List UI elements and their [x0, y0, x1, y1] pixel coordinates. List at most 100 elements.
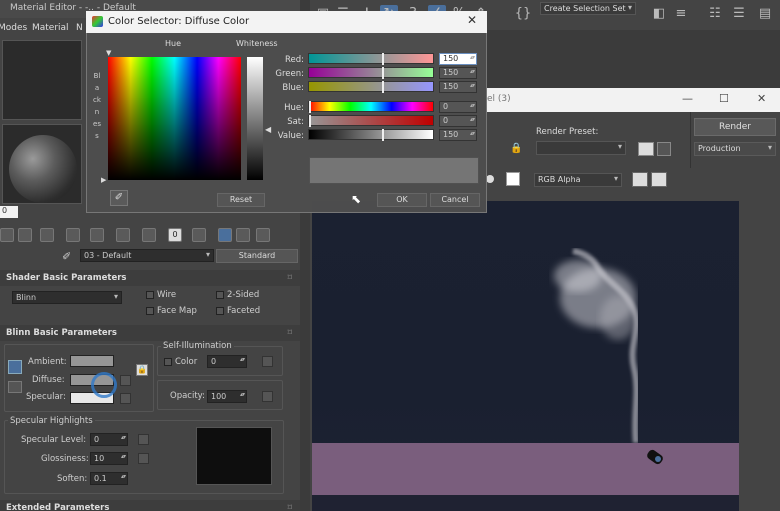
hue-pointer-icon[interactable]: ▼ — [106, 49, 111, 57]
menu-material[interactable]: Material — [32, 23, 69, 33]
monochrome-icon[interactable] — [651, 172, 667, 187]
scene-explorer-icon[interactable]: ☷ — [706, 5, 724, 23]
lock-icon[interactable]: 🔒 — [510, 143, 522, 154]
ok-button[interactable]: OK — [377, 193, 427, 207]
assign-material-icon[interactable] — [40, 228, 54, 242]
self-illum-color-checkbox[interactable] — [164, 358, 172, 366]
lock-diffuse-specular-icon[interactable] — [8, 381, 22, 393]
go-forward-icon[interactable] — [256, 228, 270, 242]
delete-icon[interactable] — [66, 228, 80, 242]
opacity-spinner[interactable]: 100 — [207, 390, 247, 403]
render-preset-dropdown[interactable] — [536, 141, 626, 155]
menu-navigation[interactable]: N — [76, 23, 83, 33]
ribbon-toggle-icon[interactable]: ▤ — [756, 5, 774, 23]
slider-thumb[interactable] — [382, 53, 384, 65]
opacity-map-button[interactable] — [262, 391, 273, 402]
material-name-field[interactable]: 03 - Default — [80, 249, 214, 262]
show-shaded-icon[interactable] — [192, 228, 206, 242]
create-selection-set-dropdown[interactable]: Create Selection Set — [540, 2, 636, 15]
red-slider[interactable] — [308, 53, 434, 65]
production-dropdown[interactable]: Production — [694, 142, 776, 156]
green-slider[interactable] — [308, 67, 434, 79]
edit-named-selection-icon[interactable]: {} — [514, 5, 532, 23]
hue-blackness-picker[interactable] — [108, 57, 241, 180]
slider-thumb[interactable] — [382, 81, 384, 93]
eyedropper-icon[interactable]: ✐ — [110, 190, 128, 206]
display-channel-icon[interactable] — [632, 172, 648, 187]
material-slot-2[interactable] — [2, 124, 82, 204]
soften-label: Soften: — [57, 474, 88, 484]
glossiness-map-button[interactable] — [138, 453, 149, 464]
mirror-icon[interactable]: ◧ — [650, 5, 668, 23]
whiteness-strip[interactable] — [247, 57, 263, 180]
rollout-pin-icon[interactable]: ⌑ — [288, 328, 292, 338]
rollout-pin-icon[interactable]: ⌑ — [288, 503, 292, 511]
rollout-pin-icon[interactable]: ⌑ — [288, 273, 292, 283]
copy-material-icon[interactable] — [90, 228, 104, 242]
whiteness-label: Whiteness — [236, 39, 278, 48]
green-spinner[interactable]: 150 — [439, 67, 477, 79]
lock-ambient-diffuse-icon[interactable] — [8, 360, 22, 374]
put-to-scene-icon[interactable] — [18, 228, 32, 242]
shader-type-dropdown[interactable]: Blinn — [12, 291, 122, 304]
blue-spinner[interactable]: 150 — [439, 81, 477, 93]
slider-thumb[interactable] — [309, 115, 311, 127]
saturation-slider[interactable] — [308, 115, 434, 127]
wire-checkbox[interactable] — [146, 291, 154, 299]
faceted-checkbox[interactable] — [216, 307, 224, 315]
blinn-basic-rollout-header[interactable]: Blinn Basic Parameters ⌑ — [0, 325, 300, 341]
render-setup-icon[interactable] — [638, 142, 654, 156]
channel-dot-icon[interactable] — [486, 175, 494, 183]
floor-edge — [312, 495, 739, 511]
go-to-parent-icon[interactable] — [236, 228, 250, 242]
glossiness-spinner[interactable]: 10 — [90, 452, 128, 465]
show-end-result-icon[interactable] — [218, 228, 232, 242]
channel-dropdown[interactable]: RGB Alpha — [534, 173, 622, 187]
blackness-pointer-icon[interactable]: ▶ — [101, 176, 106, 184]
material-slot-1[interactable] — [2, 40, 82, 120]
diffuse-map-button[interactable] — [120, 375, 131, 386]
sat-spinner[interactable]: 0 — [439, 115, 477, 127]
blue-slider[interactable] — [308, 81, 434, 93]
hue-slider[interactable] — [308, 101, 434, 113]
value-slider[interactable] — [308, 129, 434, 141]
specular-level-map-button[interactable] — [138, 434, 149, 445]
unique-icon[interactable] — [116, 228, 130, 242]
hue-spinner[interactable]: 0 — [439, 101, 477, 113]
two-sided-checkbox[interactable] — [216, 291, 224, 299]
face-map-checkbox[interactable] — [146, 307, 154, 315]
environment-icon[interactable] — [657, 142, 671, 156]
minimize-button[interactable]: — — [682, 92, 693, 105]
cancel-button[interactable]: Cancel — [430, 193, 480, 207]
slider-thumb[interactable] — [382, 129, 384, 141]
close-button[interactable]: ✕ — [757, 92, 766, 105]
material-type-button[interactable]: Standard — [216, 249, 298, 263]
red-spinner[interactable]: 150 — [439, 53, 477, 65]
pick-material-eyedropper-icon[interactable]: ✐ — [62, 250, 71, 263]
extended-parameters-rollout-header[interactable]: Extended Parameters ⌑ — [0, 500, 300, 511]
put-to-library-icon[interactable] — [142, 228, 156, 242]
specular-map-button[interactable] — [120, 393, 131, 404]
close-icon[interactable]: ✕ — [467, 13, 477, 27]
slider-thumb[interactable] — [309, 101, 311, 113]
layer-explorer-icon[interactable]: ☰ — [730, 5, 748, 23]
specular-level-spinner[interactable]: 0 — [90, 433, 128, 446]
color-swatch-white[interactable] — [506, 172, 520, 186]
render-button[interactable]: Render — [694, 118, 776, 136]
render-preset-label: Render Preset: — [536, 127, 599, 137]
self-illum-value-spinner[interactable]: 0 — [207, 355, 247, 368]
lock-icon[interactable]: 🔒 — [136, 364, 148, 376]
get-material-icon[interactable] — [0, 228, 14, 242]
ambient-color-swatch[interactable] — [70, 355, 114, 367]
menu-modes[interactable]: Modes — [0, 23, 27, 33]
soften-spinner[interactable]: 0.1 — [90, 472, 128, 485]
slider-thumb[interactable] — [382, 67, 384, 79]
self-illum-map-button[interactable] — [262, 356, 273, 367]
material-id-value[interactable]: 0 — [168, 228, 182, 242]
reset-button[interactable]: Reset — [217, 193, 265, 207]
shader-basic-rollout-header[interactable]: Shader Basic Parameters ⌑ — [0, 270, 300, 286]
value-spinner[interactable]: 150 — [439, 129, 477, 141]
opacity-label: Opacity: — [170, 391, 205, 401]
align-icon[interactable]: ≡ — [672, 5, 690, 23]
maximize-button[interactable]: ☐ — [719, 92, 729, 105]
